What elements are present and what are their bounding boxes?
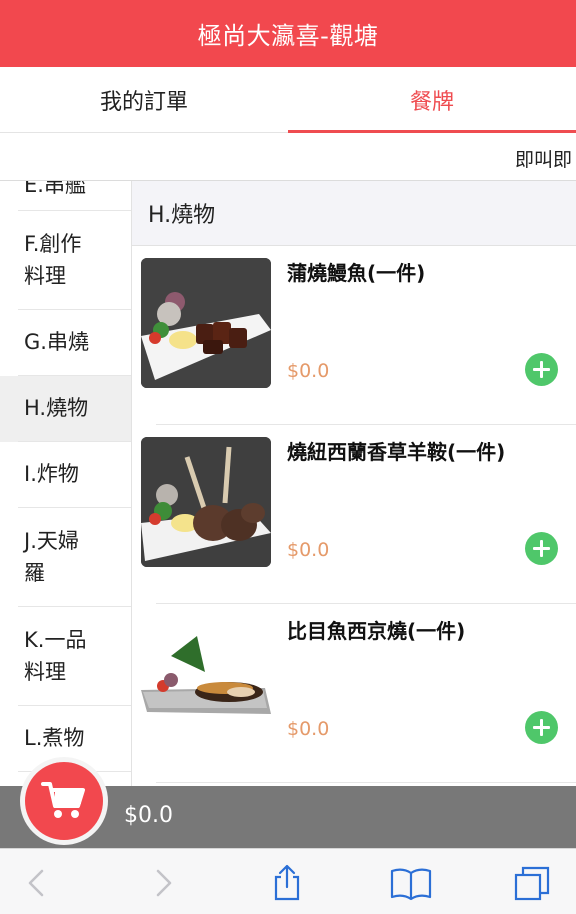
sidebar-item-e[interactable]: E.串艦 bbox=[0, 181, 131, 211]
sidebar-item-label: L.煮物 bbox=[24, 726, 85, 751]
sidebar-item-j[interactable]: J.天婦 羅 bbox=[0, 508, 131, 607]
browser-toolbar bbox=[0, 848, 576, 914]
section-header: H.燒物 bbox=[132, 181, 576, 246]
sidebar-item-label: G.串燒 bbox=[24, 330, 89, 355]
tab-my-orders[interactable]: 我的訂單 bbox=[0, 67, 288, 132]
cart-total: $0.0 bbox=[124, 803, 173, 828]
section-title: H.燒物 bbox=[148, 203, 216, 228]
menu-list[interactable]: H.燒物 蒲燒鰻魚(一件) $0.0 燒紐西蘭香草羊鞍(一件) $0.0 比目魚… bbox=[132, 181, 576, 786]
app-root: 極尚大瀛喜-觀塘 我的訂單 餐牌 即叫即 E.串艦 F.創作 料理 G.串燒 H… bbox=[0, 0, 576, 914]
item-name: 燒紐西蘭香草羊鞍(一件) bbox=[287, 440, 506, 464]
sidebar-item-label: K.一品 料理 bbox=[24, 628, 87, 684]
cart-button[interactable] bbox=[20, 757, 108, 845]
add-to-cart-button[interactable] bbox=[525, 711, 558, 744]
item-price: $0.0 bbox=[287, 718, 330, 740]
category-sidebar[interactable]: E.串艦 F.創作 料理 G.串燒 H.燒物 I.炸物 J.天婦 羅 K.一品 … bbox=[0, 181, 132, 786]
menu-item[interactable]: 燒紐西蘭香草羊鞍(一件) $0.0 bbox=[132, 425, 576, 604]
menu-item[interactable]: 蒲燒鰻魚(一件) $0.0 bbox=[132, 246, 576, 425]
sidebar-item-label: J.天婦 羅 bbox=[24, 529, 79, 585]
sidebar-item-i[interactable]: I.炸物 bbox=[0, 442, 131, 508]
sidebar-item-label: F.創作 料理 bbox=[24, 232, 82, 288]
sidebar-item-f[interactable]: F.創作 料理 bbox=[0, 211, 131, 310]
sidebar-item-g[interactable]: G.串燒 bbox=[0, 310, 131, 376]
sidebar-item-k[interactable]: K.一品 料理 bbox=[0, 607, 131, 706]
tab-my-orders-label: 我的訂單 bbox=[99, 89, 188, 115]
page-title: 極尚大瀛喜-觀塘 bbox=[197, 22, 379, 50]
back-icon[interactable] bbox=[18, 863, 58, 903]
tabs-icon[interactable] bbox=[512, 863, 552, 903]
bookmarks-icon[interactable] bbox=[390, 863, 432, 903]
cart-icon bbox=[41, 782, 85, 818]
share-icon[interactable] bbox=[267, 863, 307, 903]
forward-icon[interactable] bbox=[142, 863, 182, 903]
lamb-rack-photo bbox=[141, 437, 271, 567]
notice-text: 即叫即 bbox=[515, 149, 573, 171]
grilled-fish-photo bbox=[141, 616, 271, 746]
sidebar-item-label: E.串艦 bbox=[24, 181, 86, 198]
sidebar-item-label: H.燒物 bbox=[24, 396, 89, 421]
item-name: 比目魚西京燒(一件) bbox=[287, 619, 466, 643]
notice-marquee: 即叫即 bbox=[0, 133, 576, 181]
tab-menu[interactable]: 餐牌 bbox=[288, 67, 576, 133]
grilled-eel-photo bbox=[141, 258, 271, 388]
sidebar-item-label: I.炸物 bbox=[24, 462, 79, 487]
tab-menu-label: 餐牌 bbox=[409, 89, 454, 115]
app-header: 極尚大瀛喜-觀塘 bbox=[0, 0, 576, 67]
add-to-cart-button[interactable] bbox=[525, 532, 558, 565]
add-to-cart-button[interactable] bbox=[525, 353, 558, 386]
item-price: $0.0 bbox=[287, 539, 330, 561]
tab-bar: 我的訂單 餐牌 bbox=[0, 67, 576, 133]
menu-item[interactable]: 比目魚西京燒(一件) $0.0 bbox=[132, 604, 576, 783]
item-price: $0.0 bbox=[287, 360, 330, 382]
sidebar-item-h[interactable]: H.燒物 bbox=[0, 376, 131, 442]
item-name: 蒲燒鰻魚(一件) bbox=[287, 261, 426, 285]
